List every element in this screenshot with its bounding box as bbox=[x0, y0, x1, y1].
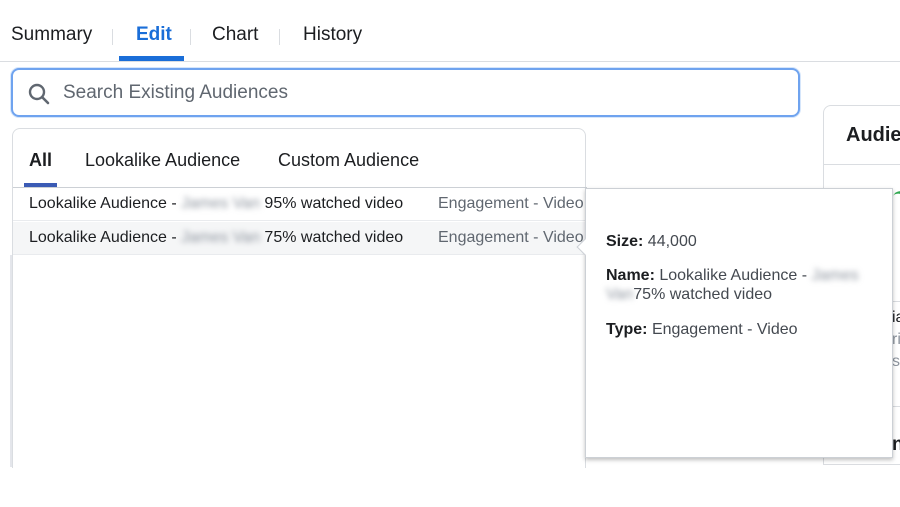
audience-name-suffix: 75% watched video bbox=[264, 229, 404, 246]
redacted-text: Van bbox=[606, 286, 634, 303]
audience-name-suffix: 95% watched video bbox=[264, 195, 404, 212]
audience-name-prefix: Lookalike Audience - bbox=[29, 195, 182, 212]
card-text-fragment: n bbox=[892, 434, 900, 455]
tab-edit[interactable]: Edit bbox=[136, 24, 172, 46]
redacted-text: James bbox=[811, 267, 859, 284]
active-tab-indicator bbox=[119, 56, 184, 61]
type-value: Engagement - Video bbox=[651, 321, 798, 338]
audience-dropdown: All Lookalike Audience Custom Audience L… bbox=[12, 128, 587, 468]
search-input[interactable] bbox=[63, 70, 783, 115]
active-filter-indicator bbox=[24, 183, 57, 187]
search-icon bbox=[28, 83, 50, 105]
type-label: Type: bbox=[606, 321, 648, 338]
tooltip-name: Name: Lookalike Audience - James Van75% … bbox=[606, 266, 876, 304]
audience-filter-tabs: All Lookalike Audience Custom Audience bbox=[13, 129, 587, 188]
search-field[interactable] bbox=[11, 68, 800, 117]
top-tab-bar: Summary Edit Chart History bbox=[0, 0, 900, 62]
tooltip-size: Size: 44,000 bbox=[606, 232, 876, 251]
card-text-fragment: ia bbox=[892, 309, 900, 326]
filter-tab-custom[interactable]: Custom Audience bbox=[278, 150, 419, 171]
name-prefix: Lookalike Audience - bbox=[659, 267, 812, 284]
tab-summary[interactable]: Summary bbox=[11, 24, 92, 46]
audience-type: Engagement - Video bbox=[438, 195, 584, 212]
card-text-fragment: ri bbox=[892, 331, 900, 348]
audience-tooltip: Size: 44,000 Name: Lookalike Audience - … bbox=[576, 188, 893, 458]
tab-separator bbox=[279, 29, 280, 45]
card-text-fragment: si bbox=[892, 353, 900, 370]
tab-separator bbox=[190, 29, 191, 45]
size-value: 44,000 bbox=[647, 233, 697, 250]
size-label: Size: bbox=[606, 233, 644, 250]
card-title: Audie bbox=[846, 124, 900, 146]
filter-tab-all[interactable]: All bbox=[29, 150, 52, 171]
audience-name: Lookalike Audience - James Van 75% watch… bbox=[29, 229, 403, 247]
audience-row[interactable]: Lookalike Audience - James Van 95% watch… bbox=[13, 188, 587, 221]
audience-name-prefix: Lookalike Audience - bbox=[29, 229, 182, 246]
audience-row[interactable]: Lookalike Audience - James Van 75% watch… bbox=[13, 222, 587, 255]
name-label: Name: bbox=[606, 267, 655, 284]
tooltip-type: Type: Engagement - Video bbox=[606, 320, 876, 339]
audience-type: Engagement - Video bbox=[438, 229, 584, 246]
redacted-text: James Van bbox=[181, 195, 260, 212]
redacted-text: James Van bbox=[181, 229, 260, 246]
tab-separator bbox=[112, 29, 113, 45]
name-suffix: 75% watched video bbox=[633, 286, 773, 303]
tab-chart[interactable]: Chart bbox=[212, 24, 258, 46]
filter-tab-lookalike[interactable]: Lookalike Audience bbox=[85, 150, 240, 171]
audience-name: Lookalike Audience - James Van 95% watch… bbox=[29, 195, 403, 213]
divider bbox=[824, 164, 900, 165]
tab-history[interactable]: History bbox=[303, 24, 362, 46]
